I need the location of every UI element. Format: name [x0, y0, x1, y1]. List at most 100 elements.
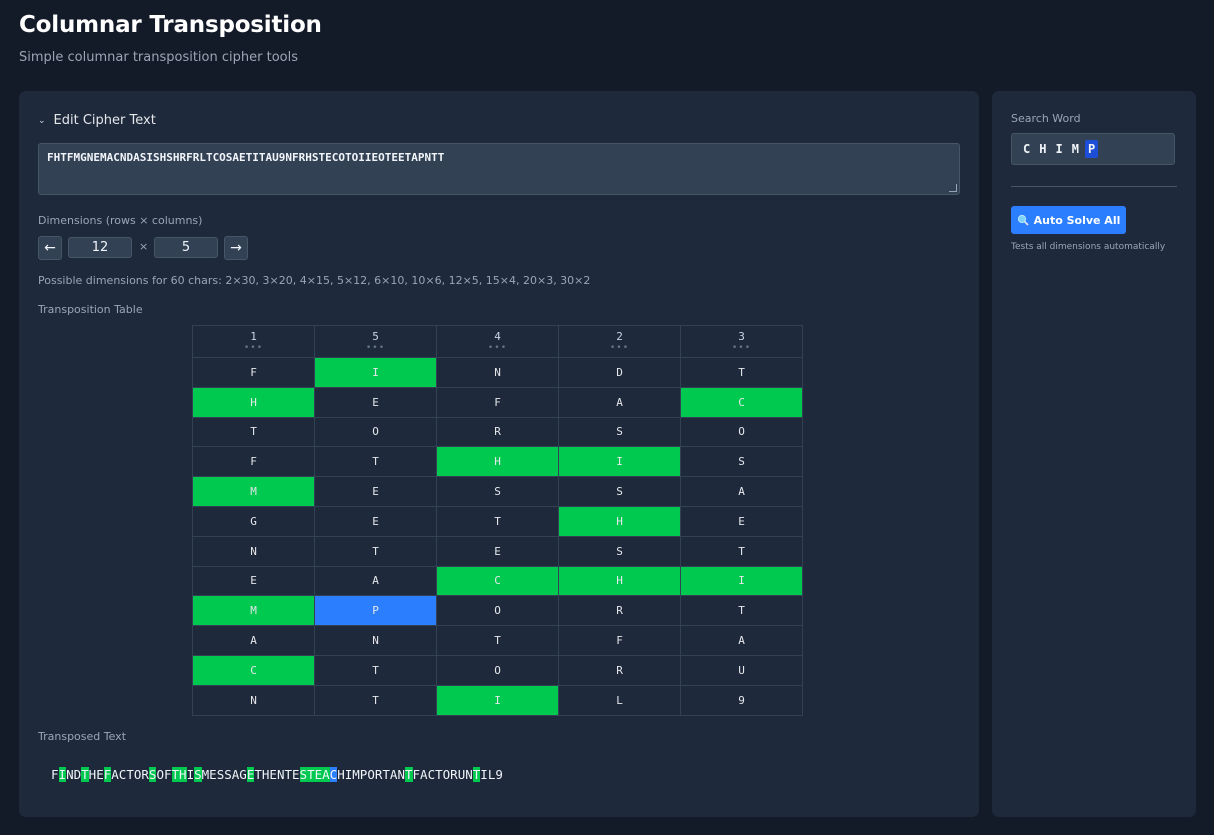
auto-solve-button[interactable]: Auto Solve All — [1011, 206, 1126, 234]
edit-cipher-toggle[interactable]: ⌄ Edit Cipher Text — [38, 113, 156, 128]
table-cell: T — [680, 357, 803, 388]
transposed-char: T — [284, 767, 292, 782]
table-cell: N — [192, 535, 315, 567]
table-row: MPORT — [192, 595, 803, 627]
transposed-char: E — [269, 767, 277, 782]
table-cell: I — [680, 565, 803, 597]
column-header[interactable]: 5 ••• — [314, 325, 437, 358]
table-cell: C — [192, 654, 315, 686]
transposed-char: N — [66, 767, 74, 782]
drag-handle-icon[interactable]: ••• — [437, 343, 558, 352]
main-panel: ⌄ Edit Cipher Text FHTFMGNEMACNDASISHSHR… — [19, 91, 979, 817]
table-cell: C — [436, 565, 559, 597]
transposed-char: E — [96, 767, 104, 782]
table-cell: O — [436, 654, 559, 686]
table-cell: S — [558, 535, 681, 567]
chevron-down-icon: ⌄ — [38, 115, 46, 126]
column-header[interactable]: 3 ••• — [680, 325, 803, 358]
table-cell: E — [314, 386, 437, 418]
transposition-table: 1 ••• 5 ••• 4 ••• 2 ••• 3 ••• FINDTHEFACTORSOFTHI… — [192, 325, 803, 716]
table-cell: G — [192, 505, 315, 537]
transposed-char: E — [314, 767, 323, 782]
table-cell: S — [436, 476, 559, 507]
possible-dimensions-text: Possible dimensions for 60 chars: 2×30, … — [38, 274, 591, 287]
cipher-text-input[interactable]: FHTFMGNEMACNDASISHSHRFRLTCOSAETITAU9NFRH… — [38, 143, 960, 195]
transposed-char: A — [111, 767, 119, 782]
drag-handle-icon[interactable]: ••• — [559, 343, 680, 352]
transposed-char: N — [397, 767, 405, 782]
drag-handle-icon[interactable]: ••• — [193, 343, 314, 352]
transposed-char: S — [194, 767, 202, 782]
transposed-char: O — [156, 767, 164, 782]
transposed-char: A — [420, 767, 428, 782]
transposed-char: G — [239, 767, 247, 782]
column-header[interactable]: 2 ••• — [558, 325, 681, 358]
table-cell: F — [436, 386, 559, 418]
table-cell: R — [436, 416, 559, 448]
table-cell: I — [314, 357, 437, 388]
table-cell: E — [680, 505, 803, 537]
transposed-char: T — [382, 767, 390, 782]
column-number: 4 — [494, 330, 501, 344]
table-row: EACHI — [192, 565, 803, 597]
transposed-char: I — [58, 767, 67, 782]
table-cell: H — [192, 386, 315, 418]
table-row: TORSO — [192, 416, 803, 448]
table-row: FINDT — [192, 357, 803, 388]
search-word-input[interactable]: CHIMP — [1011, 133, 1175, 165]
column-header[interactable]: 4 ••• — [436, 325, 559, 358]
transposed-char: C — [427, 767, 436, 782]
table-cell: H — [436, 446, 559, 478]
table-cell: A — [558, 386, 681, 418]
transposed-char: 9 — [495, 767, 503, 782]
transposed-char: T — [81, 767, 89, 782]
transposed-char: T — [126, 767, 134, 782]
search-word-label: Search Word — [1011, 112, 1081, 125]
table-cell: R — [558, 595, 681, 627]
table-cell: T — [314, 654, 437, 686]
transposed-text: FINDTHEFACTORSOFTHISMESSAGETHENTESTEACHI… — [51, 767, 503, 782]
table-cell: I — [436, 684, 559, 716]
table-cell: S — [558, 416, 681, 448]
table-cell: U — [680, 654, 803, 686]
column-number: 1 — [250, 330, 257, 344]
table-row: HEFAC — [192, 386, 803, 418]
drag-handle-icon[interactable]: ••• — [315, 343, 436, 352]
edit-cipher-label: Edit Cipher Text — [53, 113, 156, 128]
next-dimension-button[interactable]: → — [224, 236, 248, 260]
table-row: MESSA — [192, 476, 803, 507]
table-cell: A — [680, 625, 803, 656]
page-title: Columnar Transposition — [19, 12, 322, 38]
drag-handle-icon[interactable]: ••• — [681, 343, 802, 352]
columns-input[interactable]: 5 — [154, 237, 218, 258]
resize-handle-icon[interactable] — [949, 184, 957, 192]
table-cell: A — [314, 565, 437, 597]
transposed-char: H — [179, 767, 187, 782]
auto-solve-label: Auto Solve All — [1033, 213, 1121, 227]
search-char: H — [1039, 142, 1047, 156]
rows-input[interactable]: 12 — [68, 237, 132, 258]
table-row: NTIL9 — [192, 684, 803, 716]
transposed-char: T — [404, 767, 413, 782]
table-row: GETHE — [192, 505, 803, 537]
transposed-char: O — [367, 767, 375, 782]
table-cell: F — [192, 446, 315, 478]
cipher-text-value: FHTFMGNEMACNDASISHSHRFRLTCOSAETITAU9NFRH… — [47, 151, 445, 164]
table-cell: M — [192, 476, 315, 507]
table-row: FTHIS — [192, 446, 803, 478]
table-row: NTEST — [192, 535, 803, 567]
column-number: 5 — [372, 330, 379, 344]
column-header[interactable]: 1 ••• — [192, 325, 315, 358]
search-char: I — [1055, 142, 1063, 156]
table-row: CTORU — [192, 654, 803, 686]
transposed-char: E — [209, 767, 217, 782]
table-cell: A — [680, 476, 803, 507]
page-subtitle: Simple columnar transposition cipher too… — [19, 50, 298, 65]
transposed-char: E — [292, 767, 300, 782]
table-cell: O — [680, 416, 803, 448]
prev-dimension-button[interactable]: ← — [38, 236, 62, 260]
table-cell: E — [314, 505, 437, 537]
table-cell: T — [680, 535, 803, 567]
table-row: ANTFA — [192, 625, 803, 656]
transposed-char: A — [322, 767, 330, 782]
